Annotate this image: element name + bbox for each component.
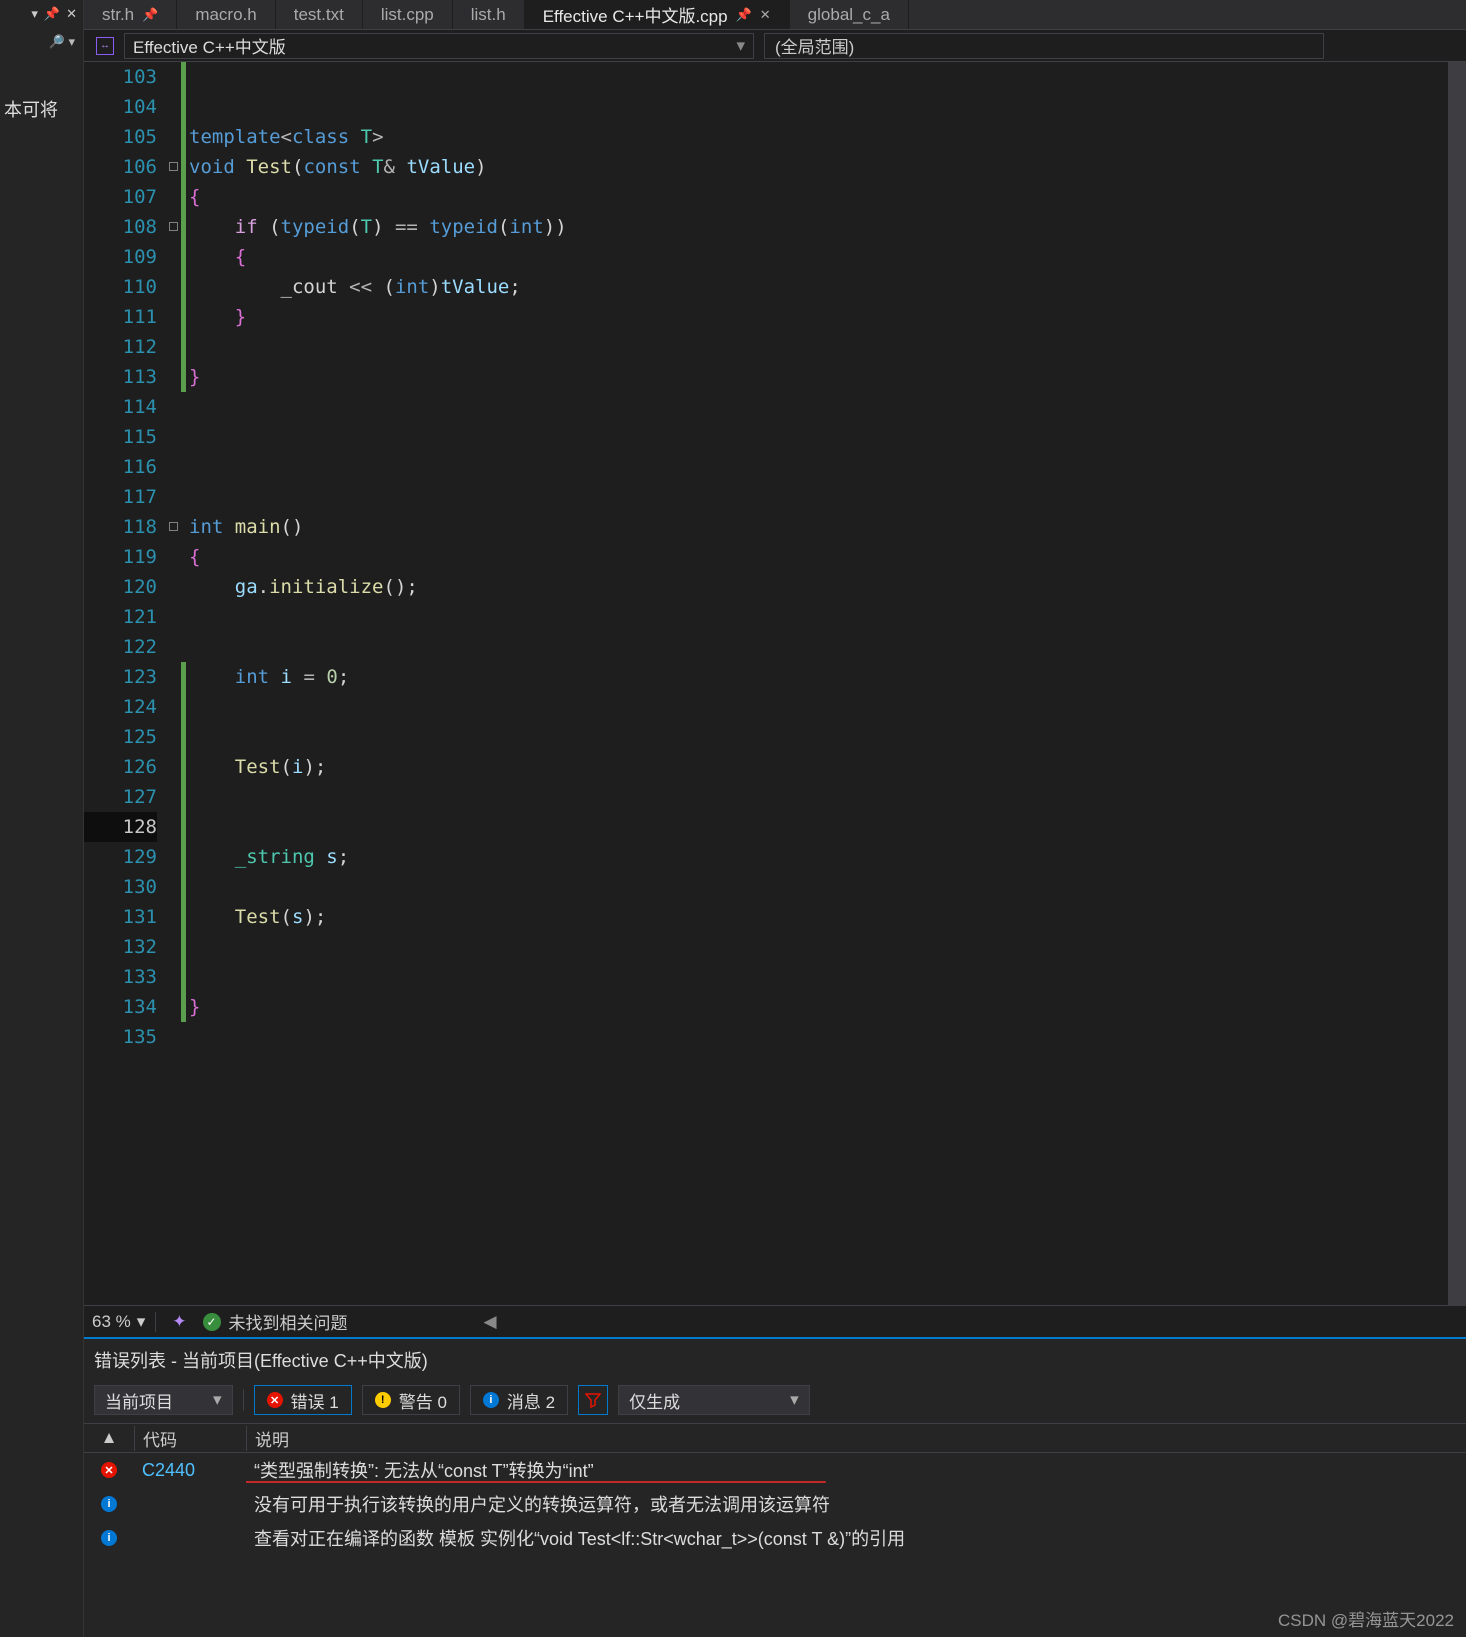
scroll-left-icon[interactable]: ◀ <box>484 1312 497 1332</box>
editor-status-bar: 63 % ▾ ✦ ✓ 未找到相关问题 ◀ <box>84 1305 1466 1337</box>
breadcrumb-scope-combo[interactable]: (全局范围) <box>764 33 1324 59</box>
info-icon: i <box>101 1496 117 1512</box>
zoom-level[interactable]: 63 % ▾ <box>92 1312 156 1332</box>
errors-count: 错误 1 <box>291 1388 339 1413</box>
breadcrumb-file: Effective C++中文版 <box>133 33 286 58</box>
error-scope-text: 当前项目 <box>105 1388 173 1413</box>
chevron-down-icon: ▾ <box>790 1390 799 1410</box>
check-icon: ✓ <box>203 1313 221 1331</box>
tab-test-txt[interactable]: test.txt <box>276 0 363 29</box>
tab-list-cpp[interactable]: list.cpp <box>363 0 453 29</box>
error-row[interactable]: ✕ C2440“类型强制转换”: 无法从“const T”转换为“int” <box>84 1453 1466 1487</box>
toolbar-separator <box>243 1389 244 1411</box>
intellisense-icon[interactable]: ✦ <box>172 1312 186 1332</box>
search-row: 🔎 ▾ <box>0 28 83 56</box>
messages-count: 消息 2 <box>507 1388 555 1413</box>
error-description: “类型强制转换”: 无法从“const T”转换为“int” <box>246 1457 1466 1483</box>
tab-label: global_c_a <box>808 5 890 25</box>
tab-global_c_a[interactable]: global_c_a <box>790 0 909 29</box>
tab-Effective-C-cpp[interactable]: Effective C++中文版.cpp 📌 ✕ <box>525 0 790 29</box>
build-filter-text: 仅生成 <box>629 1388 680 1413</box>
info-icon: i <box>483 1392 499 1408</box>
error-description: 查看对正在编译的函数 模板 实例化“void Test<lf::Str<wcha… <box>246 1525 1466 1551</box>
funnel-icon <box>585 1392 601 1408</box>
search-icon[interactable]: 🔎 ▾ <box>49 34 75 50</box>
error-scope-combo[interactable]: 当前项目 ▾ <box>94 1385 233 1415</box>
info-icon: i <box>101 1530 117 1546</box>
error-list-panel: 错误列表 - 当前项目(Effective C++中文版) 当前项目 ▾ ✕ 错… <box>84 1337 1466 1637</box>
chevron-down-icon: ▾ <box>736 36 745 56</box>
error-row[interactable]: i 查看对正在编译的函数 模板 实例化“void Test<lf::Str<wch… <box>84 1521 1466 1555</box>
vertical-scrollbar[interactable] <box>1448 62 1466 1305</box>
tab-list-h[interactable]: list.h <box>453 0 525 29</box>
sort-indicator[interactable]: ▲ <box>84 1428 134 1448</box>
pin-icon[interactable]: 📌 <box>142 7 158 23</box>
tab-bar: str.h 📌 macro.h test.txt list.cpp list.h Effec… <box>84 0 1466 30</box>
error-list-toolbar: 当前项目 ▾ ✕ 错误 1 ! 警告 0 i 消息 2 <box>84 1381 1466 1419</box>
code-editor[interactable]: 1031041051061071081091101111121131141151… <box>84 62 1466 1305</box>
watermark: CSDN @碧海蓝天2022 <box>1278 1606 1454 1631</box>
tab-label: str.h <box>102 5 134 25</box>
pin-icon[interactable]: 📌 <box>44 6 60 22</box>
zoom-text: 63 % <box>92 1312 131 1332</box>
col-description[interactable]: 说明 <box>246 1426 1466 1451</box>
warnings-count: 警告 0 <box>399 1388 447 1413</box>
tab-str-h[interactable]: str.h 📌 <box>84 0 177 29</box>
close-icon[interactable]: ✕ <box>760 7 771 23</box>
chevron-down-icon: ▾ <box>137 1312 146 1332</box>
tab-label: list.h <box>471 5 506 25</box>
side-panel-truncated-text: 本可将 <box>0 56 83 122</box>
nav-back-forward-icon[interactable]: ↔ <box>96 37 114 55</box>
pin-icon[interactable]: 📌 <box>736 7 752 23</box>
error-icon: ✕ <box>267 1392 283 1408</box>
issues-status[interactable]: ✓ 未找到相关问题 <box>203 1309 348 1334</box>
error-row[interactable]: i 没有可用于执行该转换的用户定义的转换运算符，或者无法调用该运算符 <box>84 1487 1466 1521</box>
chevron-down-icon: ▾ <box>213 1390 222 1410</box>
warnings-filter-pill[interactable]: ! 警告 0 <box>362 1385 460 1415</box>
code-area[interactable]: template<class T>void Test(const T& tVal… <box>181 62 1448 1305</box>
error-list-title: 错误列表 - 当前项目(Effective C++中文版) <box>84 1339 1466 1381</box>
tab-label: Effective C++中文版.cpp <box>543 2 728 27</box>
error-grid-body: ✕ C2440“类型强制转换”: 无法从“const T”转换为“int” i 没有可… <box>84 1453 1466 1555</box>
breadcrumb-scope: (全局范围) <box>775 33 854 58</box>
err-icon: ✕ <box>101 1462 117 1478</box>
breadcrumb-bar: ↔ Effective C++中文版 ▾ (全局范围) <box>84 30 1466 62</box>
tab-label: test.txt <box>294 5 344 25</box>
side-panel-header: ▾ 📌 ✕ <box>0 0 83 28</box>
tab-label: macro.h <box>195 5 256 25</box>
error-code[interactable]: C2440 <box>134 1460 246 1481</box>
build-filter-combo[interactable]: 仅生成 ▾ <box>618 1385 810 1415</box>
breadcrumb-file-combo[interactable]: Effective C++中文版 ▾ <box>124 33 754 59</box>
filter-button[interactable] <box>578 1385 608 1415</box>
dropdown-icon[interactable]: ▾ <box>31 6 38 22</box>
outline-gutter[interactable] <box>167 62 181 1305</box>
issues-status-text: 未找到相关问题 <box>229 1309 348 1334</box>
close-icon[interactable]: ✕ <box>66 6 77 22</box>
errors-filter-pill[interactable]: ✕ 错误 1 <box>254 1385 352 1415</box>
messages-filter-pill[interactable]: i 消息 2 <box>470 1385 568 1415</box>
line-number-gutter: 1031041051061071081091101111121131141151… <box>84 62 167 1305</box>
tab-label: list.cpp <box>381 5 434 25</box>
error-description: 没有可用于执行该转换的用户定义的转换运算符，或者无法调用该运算符 <box>246 1491 1466 1517</box>
tab-macro-h[interactable]: macro.h <box>177 0 275 29</box>
warning-icon: ! <box>375 1392 391 1408</box>
side-panel: ▾ 📌 ✕ 🔎 ▾ 本可将 <box>0 0 84 1637</box>
col-code[interactable]: 代码 <box>134 1426 246 1451</box>
error-grid-header: ▲ 代码 说明 <box>84 1423 1466 1453</box>
